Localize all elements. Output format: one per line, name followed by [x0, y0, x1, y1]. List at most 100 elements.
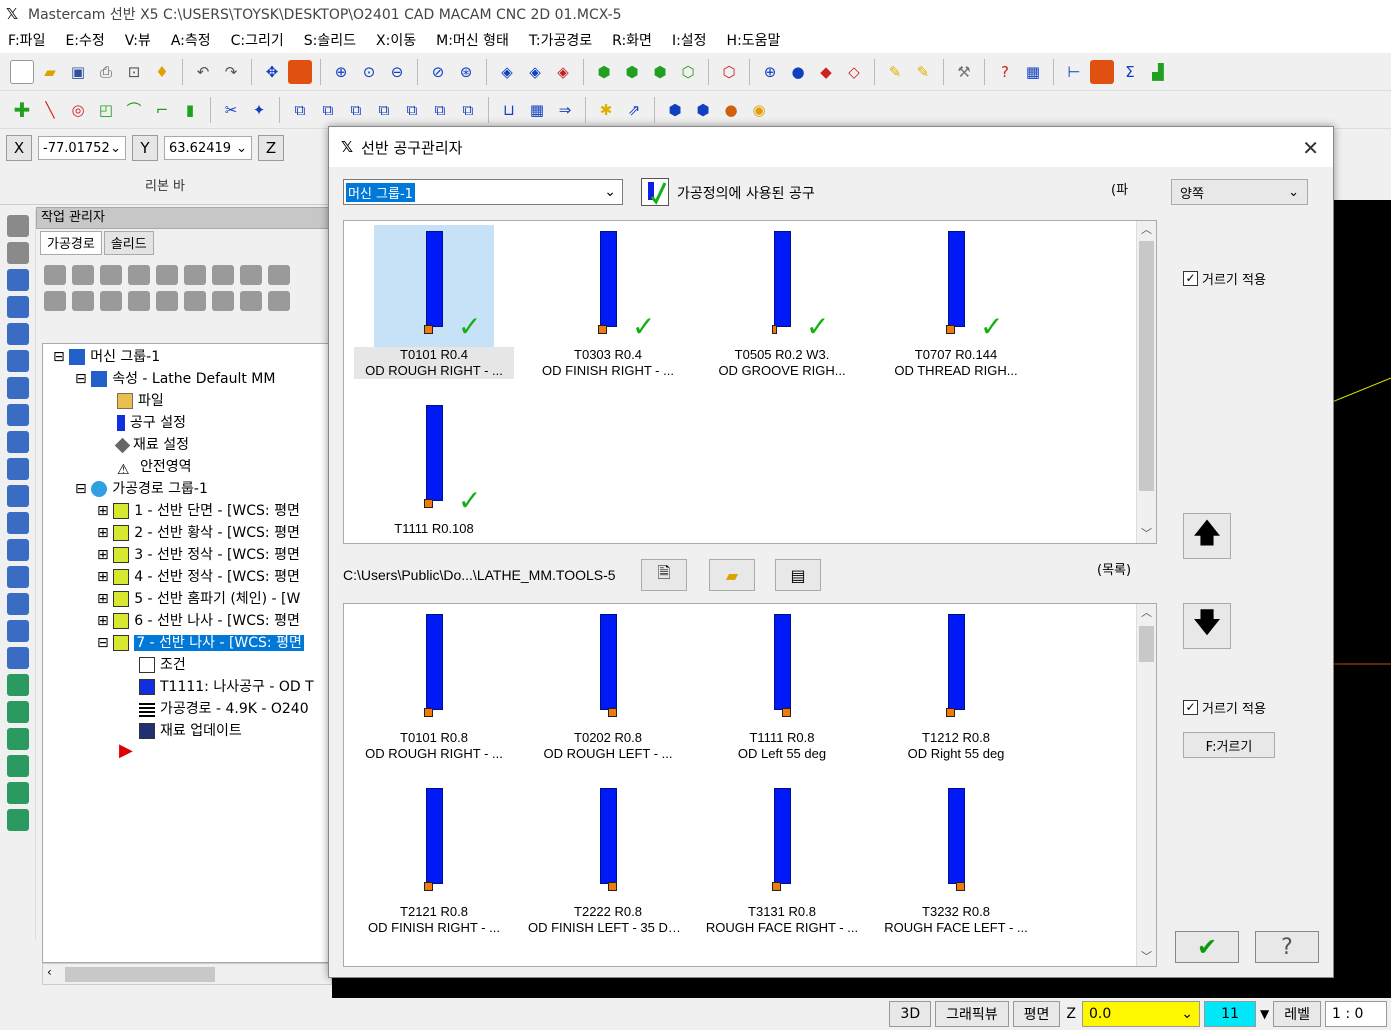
layer-icon[interactable]: [7, 242, 29, 264]
menu-xform[interactable]: X:이동: [376, 30, 416, 50]
library-tool-item[interactable]: T3232 R0.8 ROUGH FACE LEFT - ...: [876, 782, 1036, 952]
insert-arrow-icon[interactable]: ▶: [119, 740, 133, 762]
undo-icon[interactable]: ↶: [191, 60, 215, 84]
gview-top-icon[interactable]: ◈: [495, 60, 519, 84]
shape-icon[interactable]: [1090, 59, 1114, 84]
tree-node-toolpath-group[interactable]: ⊟ 가공경로 그룹-1: [75, 478, 208, 500]
job-tools-scrollbar[interactable]: ︿ ﹀: [1136, 221, 1156, 543]
help-button[interactable]: ?: [1255, 931, 1319, 963]
checkbox-checked-icon[interactable]: ✓: [1183, 700, 1198, 715]
shaded-icon[interactable]: ◆: [814, 60, 838, 84]
tool-item[interactable]: ✓ T0505 R0.2 W3. OD GROOVE RIGH...: [702, 225, 862, 395]
lathe-drill-icon[interactable]: ⇒: [553, 98, 577, 122]
print-preview-icon[interactable]: ⊡: [122, 60, 146, 84]
iso-cube-icon[interactable]: ⬢: [592, 60, 616, 84]
repaint-icon[interactable]: [288, 59, 312, 84]
lathe-face-icon[interactable]: [7, 350, 29, 372]
post-icon[interactable]: ●: [719, 98, 743, 122]
spline-icon[interactable]: ⌒: [122, 98, 146, 122]
z-depth-field[interactable]: 0.0 ⌄: [1082, 1001, 1200, 1027]
open-file-icon[interactable]: ▰: [38, 60, 62, 84]
lathe-canned-icon[interactable]: [7, 458, 29, 480]
tree-node-toolpath[interactable]: 가공경로 - 4.9K - O240: [139, 698, 309, 720]
tool-item[interactable]: ✓ T0101 R0.4 OD ROUGH RIGHT - ...: [354, 225, 514, 395]
open-library-button[interactable]: ▰: [709, 559, 755, 591]
lathe-drill-icon[interactable]: [7, 323, 29, 345]
menu-toolpaths[interactable]: T:가공경로: [529, 30, 592, 50]
close-icon[interactable]: ✕: [1302, 136, 1319, 160]
chevron-left-icon[interactable]: ‹: [47, 965, 52, 979]
lathe-thread-icon[interactable]: [7, 404, 29, 426]
backplot-icon[interactable]: ⬢: [663, 98, 687, 122]
mill-helix-icon[interactable]: [7, 809, 29, 831]
machine-group-select[interactable]: 머신 그룹-1 ⌄: [343, 179, 623, 205]
gview-button[interactable]: 그래픽뷰: [935, 1001, 1009, 1027]
menu-view[interactable]: V:뷰: [125, 30, 151, 50]
lathe-cutoff-icon[interactable]: [7, 431, 29, 453]
tree-node-tool[interactable]: T1111: 나사공구 - OD T: [139, 676, 314, 698]
verify-icon[interactable]: ⬢: [691, 98, 715, 122]
tree-node-machine-group[interactable]: ⊟ 머신 그룹-1: [53, 346, 160, 368]
mill-slot-icon[interactable]: [7, 782, 29, 804]
tree-node-op-2[interactable]: ⊞ 2 - 선반 황삭 - [WCS: 평면: [97, 522, 300, 544]
scrollbar-thumb[interactable]: [65, 967, 215, 982]
line-icon[interactable]: ╲: [38, 98, 62, 122]
select-dirty-icon[interactable]: [72, 265, 94, 285]
tool-item[interactable]: ✓ T0303 R0.4 OD FINISH RIGHT - ...: [528, 225, 688, 395]
plane-button[interactable]: 평면: [1012, 1001, 1061, 1027]
chamfer-icon[interactable]: ⌐: [150, 98, 174, 122]
lathe-stock-icon[interactable]: [7, 485, 29, 507]
x-coordinate-field[interactable]: -77.01752 ⌄: [38, 136, 126, 160]
xform-project-icon[interactable]: ⧉: [428, 98, 452, 122]
scroll-icon[interactable]: [212, 291, 234, 311]
mill-pocket-icon[interactable]: [7, 701, 29, 723]
move-up-icon[interactable]: [156, 291, 178, 311]
dimension-icon[interactable]: ⊢: [1062, 60, 1086, 84]
library-tool-item[interactable]: T1212 R0.8 OD Right 55 deg: [876, 608, 1036, 778]
menu-create[interactable]: C:그리기: [231, 30, 284, 50]
tree-node-op-4[interactable]: ⊞ 4 - 선반 정삭 - [WCS: 평면: [97, 566, 300, 588]
menu-help[interactable]: H:도움말: [727, 30, 781, 50]
library-tool-item[interactable]: T0202 R0.8 OD ROUGH LEFT - ...: [528, 608, 688, 778]
lathe-flip-icon[interactable]: [7, 620, 29, 642]
chevron-down-icon[interactable]: ﹀: [1137, 525, 1156, 543]
list-view-button[interactable]: ▤: [775, 559, 821, 591]
tree-node-tool-settings[interactable]: 공구 설정: [117, 412, 186, 434]
tree-node-stock-setup[interactable]: 재료 설정: [114, 434, 189, 456]
chevron-up-icon[interactable]: ︿: [1137, 604, 1156, 622]
library-tools-scrollbar[interactable]: ︿ ﹀: [1136, 604, 1156, 966]
lathe-chuck-icon[interactable]: [7, 512, 29, 534]
pencil-icon[interactable]: ✎: [883, 60, 907, 84]
scrollbar-thumb[interactable]: [1139, 241, 1154, 491]
gview-front-icon[interactable]: ◈: [523, 60, 547, 84]
library-tool-item[interactable]: T3131 R0.8 ROUGH FACE RIGHT - ...: [702, 782, 862, 952]
scrollbar-thumb[interactable]: [1139, 626, 1154, 662]
3d-button[interactable]: 3D: [889, 1001, 932, 1027]
mill-drill-icon[interactable]: [7, 728, 29, 750]
highlight-icon[interactable]: ♦: [150, 60, 174, 84]
sum-icon[interactable]: Σ: [1118, 60, 1142, 84]
tree-node-op-3[interactable]: ⊞ 3 - 선반 정삭 - [WCS: 평면: [97, 544, 300, 566]
move-to-job-button[interactable]: 🡅: [1183, 513, 1231, 559]
tool-item[interactable]: ✓ T1111 R0.108: [354, 399, 514, 569]
layout-icon[interactable]: ▦: [1021, 60, 1045, 84]
lathe-rough-icon[interactable]: [7, 269, 29, 291]
tree-node-files[interactable]: 파일: [117, 390, 164, 412]
backplot-icon[interactable]: [156, 265, 178, 285]
regenerate-dirty-icon[interactable]: [128, 265, 150, 285]
light-icon[interactable]: ✱: [594, 98, 618, 122]
attributes-icon[interactable]: ✎: [911, 60, 935, 84]
tree-node-op-6[interactable]: ⊞ 6 - 선반 나사 - [WCS: 평면: [97, 610, 300, 632]
simulate-icon[interactable]: ◉: [747, 98, 771, 122]
wrench-icon[interactable]: ⚒: [952, 60, 976, 84]
move-to-library-button[interactable]: 🡇: [1183, 603, 1231, 649]
select-icon[interactable]: [7, 215, 29, 237]
circle-icon[interactable]: ◎: [66, 98, 90, 122]
single-display-icon[interactable]: [240, 291, 262, 311]
mill-contour-icon[interactable]: [7, 674, 29, 696]
library-tool-item[interactable]: T2121 R0.8 OD FINISH RIGHT - ...: [354, 782, 514, 952]
move-insert-icon[interactable]: [184, 291, 206, 311]
mill-face-icon[interactable]: [7, 755, 29, 777]
tab-toolpaths[interactable]: 가공경로: [40, 231, 102, 255]
fit-icon[interactable]: ⊕: [329, 60, 353, 84]
